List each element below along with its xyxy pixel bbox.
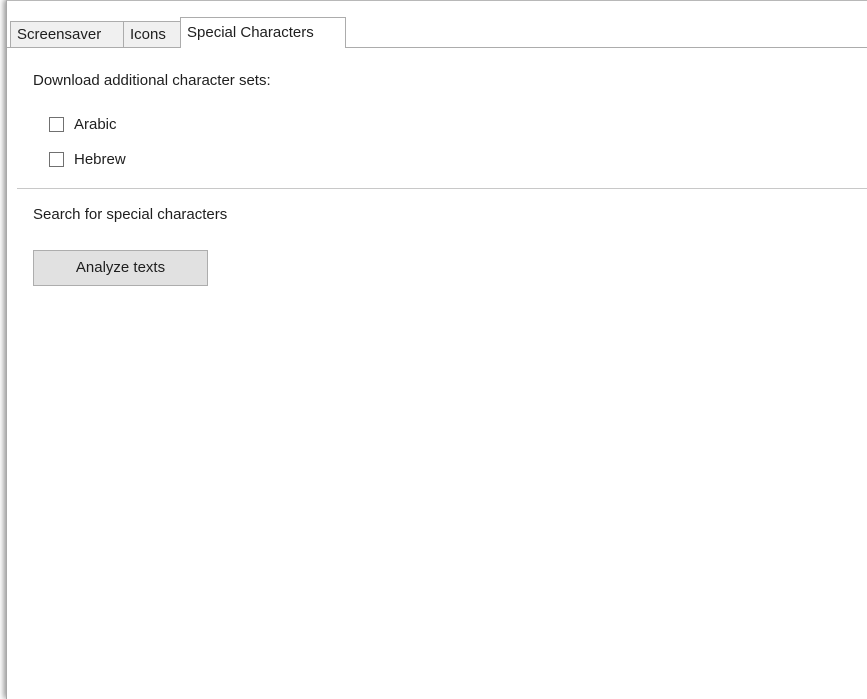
checkbox-row-hebrew[interactable]: Hebrew — [49, 149, 126, 169]
tab-strip: Screensaver Icons Special Characters — [7, 1, 867, 48]
arabic-checkbox[interactable] — [49, 116, 64, 132]
hebrew-checkbox-label[interactable]: Hebrew — [74, 151, 126, 168]
search-heading: Search for special characters — [33, 206, 228, 223]
arabic-checkbox-label[interactable]: Arabic — [74, 116, 117, 133]
checkbox-row-arabic[interactable]: Arabic — [49, 114, 117, 134]
tab-special-characters[interactable]: Special Characters — [180, 17, 346, 48]
download-heading: Download additional character sets: — [33, 72, 271, 89]
hebrew-checkbox[interactable] — [49, 151, 64, 167]
settings-window: Screensaver Icons Special Characters Dow… — [6, 0, 867, 699]
tab-icons[interactable]: Icons — [123, 21, 181, 47]
section-divider — [17, 188, 867, 189]
tab-strip-border — [7, 47, 867, 48]
analyze-texts-button[interactable]: Analyze texts — [33, 250, 208, 286]
tab-screensaver[interactable]: Screensaver — [10, 21, 124, 47]
